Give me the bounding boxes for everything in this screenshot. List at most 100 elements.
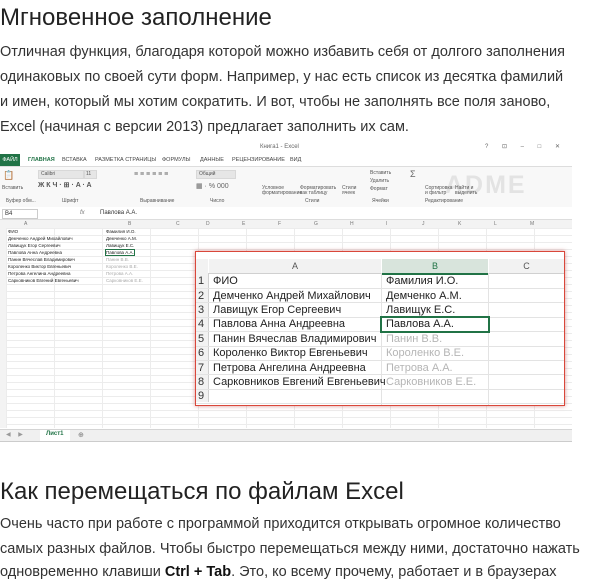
group-editing-label: Редактирование: [425, 198, 464, 204]
column-header: D: [206, 221, 210, 227]
sheet-nav-arrows[interactable]: ◀ ▶: [6, 431, 26, 438]
group-clipboard-label: Буфер обм...: [6, 198, 36, 204]
column-header: F: [278, 221, 282, 227]
find-select-label: Найти и выделить: [455, 185, 478, 196]
font-name-box: Calibri: [38, 170, 84, 179]
formula-bar: B4 fx Павлова А.А.: [0, 207, 572, 220]
small-cell[interactable]: Лавищук Е.С.: [106, 243, 134, 248]
tab-home: ГЛАВНАЯ: [28, 157, 55, 163]
paragraph-line: одинаковых по своей сути форм. Например,…: [0, 69, 564, 85]
group-number-label: Число: [210, 198, 225, 204]
column-header: C: [176, 221, 180, 227]
cell-fio-header[interactable]: ФИО: [213, 275, 238, 287]
cell-flash-fill-suggestion[interactable]: Петрова А.А.: [386, 362, 453, 374]
window-controls: ? ⊡ – □ ✕: [484, 144, 566, 150]
tab-page-layout: РАЗМЕТКА СТРАНИЦЫ: [95, 157, 157, 163]
small-cell-suggestion[interactable]: Короленко В.Е.: [106, 264, 138, 269]
cell-short-name-selected[interactable]: Павлова А.А.: [386, 318, 454, 330]
small-cell-suggestion[interactable]: Сарковников Е.Е.: [106, 278, 143, 283]
delete-label: Удалить: [370, 178, 390, 184]
column-header: A: [24, 221, 28, 227]
paragraph-line: Очень часто при работе с программой прих…: [0, 516, 561, 532]
small-cell-suggestion[interactable]: Панин В.В.: [106, 257, 129, 262]
group-alignment-label: Выравнивание: [140, 198, 175, 204]
column-header: J: [422, 221, 425, 227]
small-cell[interactable]: Павлова Анна Андреевна: [8, 250, 62, 255]
bold-italic-underline-icons: Ж К Ч · ⊞ · A · A: [38, 182, 92, 189]
cell-full-name[interactable]: Павлова Анна Андреевна: [213, 318, 345, 330]
paragraph-line: самых разных файлов. Чтобы быстро переме…: [0, 541, 580, 557]
row-number: 8: [197, 376, 205, 388]
fx-icon: fx: [80, 210, 85, 216]
small-cell[interactable]: Сарковников Евгений Евгеньевич: [8, 278, 79, 283]
corner-cell: [196, 259, 208, 274]
row-number: 3: [197, 304, 205, 316]
tab-formulas: ФОРМУЛЫ: [162, 157, 191, 163]
small-cell-selected[interactable]: Павлова А.А.: [105, 249, 135, 256]
cell-flash-fill-suggestion[interactable]: Короленко В.Е.: [386, 347, 464, 359]
paragraph-text: . Это, ко всему прочему, работает и в бр…: [231, 564, 557, 580]
cell-flash-fill-suggestion[interactable]: Сарковников Е.Е.: [386, 376, 476, 388]
cell-full-name[interactable]: Короленко Виктор Евгеньевич: [213, 347, 368, 359]
paragraph-line: и имен, который мы хотим сократить. И во…: [0, 94, 551, 110]
group-font-label: Шрифт: [62, 198, 79, 204]
insert-label: Вставить: [370, 170, 392, 176]
tab-insert: ВСТАВКА: [62, 157, 87, 163]
small-cell[interactable]: Демченко А.М.: [106, 236, 137, 241]
cell-full-name[interactable]: Петрова Ангелина Андреевна: [213, 362, 366, 374]
column-header: K: [458, 221, 462, 227]
row-number: 6: [197, 347, 205, 359]
font-size-box: 11: [84, 170, 97, 179]
autosum-icon: Σ: [410, 169, 416, 179]
cell-full-name[interactable]: Панин Вячеслав Владимирович: [213, 333, 376, 345]
add-sheet-icon[interactable]: ⊕: [78, 431, 84, 439]
sheet-tab[interactable]: Лист1: [40, 430, 70, 441]
column-header: B: [128, 221, 132, 227]
keyboard-shortcut: Ctrl + Tab: [164, 564, 232, 580]
small-cell[interactable]: Лавищук Егор Сергеевич: [8, 243, 60, 248]
small-cell[interactable]: Панин Вячеслав Владимирович: [8, 257, 75, 262]
small-cell[interactable]: Фамилия И.О.: [106, 229, 136, 234]
cell-full-name[interactable]: Сарковников Евгений Евгеньевич: [213, 376, 386, 388]
small-cell[interactable]: Демченко Андрей Михайлович: [8, 236, 73, 241]
row-number: 7: [197, 362, 205, 374]
cell-styles-label: Стили ячеек: [342, 185, 357, 196]
group-cells-label: Ячейки: [372, 198, 389, 204]
small-cell[interactable]: Петрова Ангелина Андреевна: [8, 271, 71, 276]
name-box[interactable]: B4: [2, 209, 38, 219]
col-a-header: A: [209, 259, 381, 274]
cell-full-name[interactable]: Демченко Андрей Михайлович: [213, 290, 371, 302]
grid-line: [196, 288, 564, 289]
section-heading-flash-fill: Мгновенное заполнение: [0, 4, 272, 31]
small-cell[interactable]: ФИО: [8, 229, 18, 234]
cell-full-name[interactable]: Лавищук Егор Сергеевич: [213, 304, 341, 316]
tab-data: ДАННЫЕ: [200, 157, 224, 163]
cell-short-header[interactable]: Фамилия И.О.: [386, 275, 458, 287]
formula-input[interactable]: Павлова А.А.: [100, 210, 137, 216]
cell-short-name[interactable]: Демченко А.М.: [386, 290, 462, 302]
format-table-label: Форматировать как таблицу: [300, 185, 337, 196]
column-header: L: [494, 221, 497, 227]
small-cell-suggestion[interactable]: Петрова А.А.: [106, 271, 133, 276]
row-number: 5: [197, 333, 205, 345]
cell-flash-fill-suggestion[interactable]: Панин В.В.: [386, 333, 442, 345]
zoomed-table-callout: A B C 1 ФИО Фамилия И.О. 2 Демченко Андр…: [195, 251, 565, 406]
paragraph-line: Excel (начиная с версии 2013) предлагает…: [0, 119, 409, 135]
paste-label: Вставить: [2, 185, 24, 191]
tab-file: ФАЙЛ: [0, 154, 20, 166]
col-b-header: B: [382, 259, 488, 275]
sort-filter-label: Сортировка и фильтр: [425, 185, 453, 196]
small-cell[interactable]: Короленко Виктор Евгеньевич: [8, 264, 71, 269]
format-label: Формат: [370, 186, 388, 192]
row-number: 1: [197, 275, 205, 287]
section-heading-navigation: Как перемещаться по файлам Excel: [0, 478, 404, 505]
tab-view: ВИД: [290, 157, 302, 163]
column-header: G: [314, 221, 318, 227]
cell-short-name[interactable]: Лавищук Е.С.: [386, 304, 455, 316]
number-icons: ▦ · % 000: [196, 183, 229, 190]
paragraph-line: Отличная функция, благодаря которой можн…: [0, 44, 565, 60]
paragraph-text: одновременно клавиши: [0, 564, 165, 580]
grid-line: [196, 388, 564, 390]
ribbon: ADME 📋 Вставить Calibri 11 Ж К Ч · ⊞ · A…: [0, 166, 572, 208]
column-header: I: [386, 221, 388, 227]
